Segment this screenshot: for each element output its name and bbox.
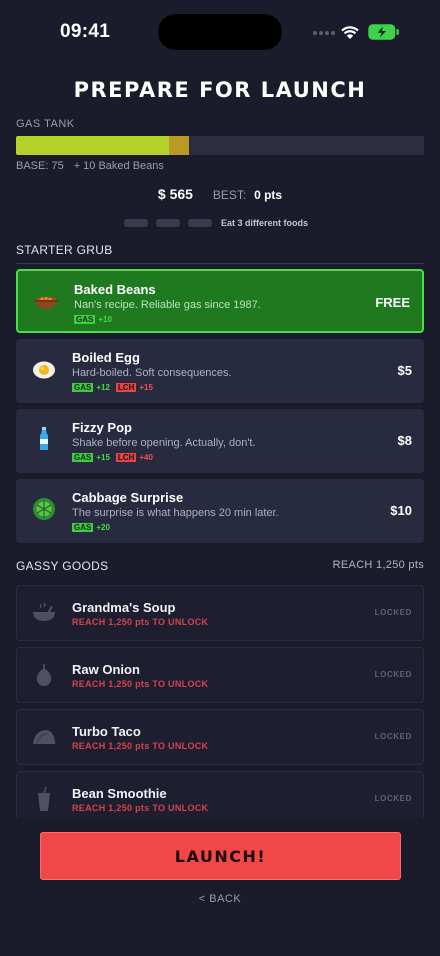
- gas-bonus-text: + 10 Baked Beans: [73, 160, 164, 172]
- lch-value: +40: [139, 453, 153, 462]
- gas-base-text: BASE: 75: [16, 160, 64, 172]
- challenge-progress: [124, 219, 212, 227]
- food-stats: GAS +12 LCH +15: [72, 383, 153, 392]
- unlock-requirement: REACH 1,250 pts TO UNLOCK: [72, 679, 209, 689]
- locked-food-card[interactable]: Turbo Taco REACH 1,250 pts TO UNLOCK LOC…: [16, 709, 424, 765]
- lch-stat: LCH +40: [115, 453, 153, 462]
- locked-label: LOCKED: [374, 670, 412, 679]
- challenge-text: Eat 3 different foods: [221, 218, 309, 228]
- gassy-section-heading: GASSY GOODS: [16, 559, 109, 573]
- gas-tank-bar: [16, 136, 424, 155]
- gas-tag: GAS: [72, 453, 94, 462]
- gas-value: +15: [96, 453, 110, 462]
- page-title: PREPARE FOR LAUNCH: [73, 78, 367, 102]
- gassy-requirement: REACH 1,250 pts: [332, 559, 424, 571]
- best-label: BEST:: [212, 188, 247, 202]
- score-row: $ 565 BEST: 0 pts: [0, 186, 440, 202]
- food-name: Baked Beans: [74, 282, 156, 297]
- food-description: Shake before opening. Actually, don't.: [72, 437, 256, 449]
- section-divider: [16, 263, 424, 264]
- status-bar: 09:41: [0, 0, 440, 60]
- egg-icon: [33, 361, 55, 379]
- gas-value: +12: [96, 383, 110, 392]
- bottle-icon: [40, 427, 48, 450]
- starter-section-heading: STARTER GRUB: [16, 243, 113, 257]
- dynamic-island: [158, 14, 282, 50]
- food-name: Grandma's Soup: [72, 600, 176, 615]
- food-description: Nan's recipe. Reliable gas since 1987.: [74, 299, 261, 311]
- battery-charging-icon: [368, 24, 399, 40]
- launch-button[interactable]: LAUNCH!: [40, 832, 401, 880]
- challenge-pip: [156, 219, 180, 227]
- food-stats: GAS +15 LCH +40: [72, 453, 153, 462]
- food-card-boiled-egg[interactable]: Boiled Egg Hard-boiled. Soft consequence…: [16, 339, 424, 403]
- back-link[interactable]: < BACK: [0, 893, 440, 905]
- lch-value: +15: [139, 383, 153, 392]
- lch-tag: LCH: [115, 383, 137, 392]
- food-price: $10: [390, 503, 412, 518]
- food-description: The surprise is what happens 20 min late…: [72, 507, 279, 519]
- food-card-baked-beans[interactable]: Baked Beans Nan's recipe. Reliable gas s…: [16, 269, 424, 333]
- gas-stat: GAS +12: [72, 383, 110, 392]
- unlock-requirement: REACH 1,250 pts TO UNLOCK: [72, 617, 209, 627]
- taco-icon: [33, 730, 55, 745]
- bean-pot-icon: [34, 296, 58, 309]
- food-name: Cabbage Surprise: [72, 490, 184, 505]
- locked-label: LOCKED: [374, 608, 412, 617]
- challenge-pip: [124, 219, 148, 227]
- unlock-requirement: REACH 1,250 pts TO UNLOCK: [72, 741, 209, 751]
- onion-icon: [36, 664, 52, 686]
- food-name: Bean Smoothie: [72, 786, 167, 801]
- gas-tag: GAS: [72, 383, 94, 392]
- locked-label: LOCKED: [374, 732, 412, 741]
- food-name: Turbo Taco: [72, 724, 141, 739]
- gas-stat: GAS +10: [74, 315, 112, 324]
- gas-tank-breakdown: BASE: 75 + 10 Baked Beans: [16, 160, 174, 172]
- food-price: $8: [397, 433, 412, 448]
- soup-bowl-icon: [33, 602, 55, 621]
- gas-stat: GAS +15: [72, 453, 110, 462]
- lch-stat: LCH +15: [115, 383, 153, 392]
- food-name: Boiled Egg: [72, 350, 140, 365]
- food-name: Fizzy Pop: [72, 420, 132, 435]
- gas-base-fill: [16, 136, 169, 155]
- status-time: 09:41: [60, 21, 111, 42]
- food-price: $5: [397, 363, 412, 378]
- gas-stat: GAS +20: [72, 523, 110, 532]
- food-stats: GAS +20: [72, 523, 110, 532]
- locked-food-card[interactable]: Raw Onion REACH 1,250 pts TO UNLOCK LOCK…: [16, 647, 424, 703]
- gas-bonus-fill: [169, 136, 189, 155]
- food-card-fizzy-pop[interactable]: Fizzy Pop Shake before opening. Actually…: [16, 409, 424, 473]
- food-stats: GAS +10: [74, 315, 112, 324]
- cellular-signal-icon: [313, 31, 335, 36]
- locked-food-card[interactable]: Grandma's Soup REACH 1,250 pts TO UNLOCK…: [16, 585, 424, 641]
- cabbage-icon: [33, 498, 55, 520]
- food-card-cabbage-surprise[interactable]: Cabbage Surprise The surprise is what ha…: [16, 479, 424, 543]
- food-price: FREE: [375, 295, 410, 310]
- money-value: $ 565: [157, 186, 193, 202]
- gas-value: +20: [96, 523, 110, 532]
- gas-tag: GAS: [72, 523, 94, 532]
- wifi-icon: [341, 26, 359, 39]
- unlock-requirement: REACH 1,250 pts TO UNLOCK: [72, 803, 209, 813]
- lch-tag: LCH: [115, 453, 137, 462]
- food-name: Raw Onion: [72, 662, 140, 677]
- locked-label: LOCKED: [374, 794, 412, 803]
- food-description: Hard-boiled. Soft consequences.: [72, 367, 232, 379]
- challenge-pip: [188, 219, 212, 227]
- smoothie-icon: [38, 786, 50, 811]
- gas-tank-label: GAS TANK: [16, 118, 75, 130]
- gas-value: +10: [98, 315, 112, 324]
- best-value: 0 pts: [254, 188, 283, 202]
- gas-tag: GAS: [74, 315, 96, 324]
